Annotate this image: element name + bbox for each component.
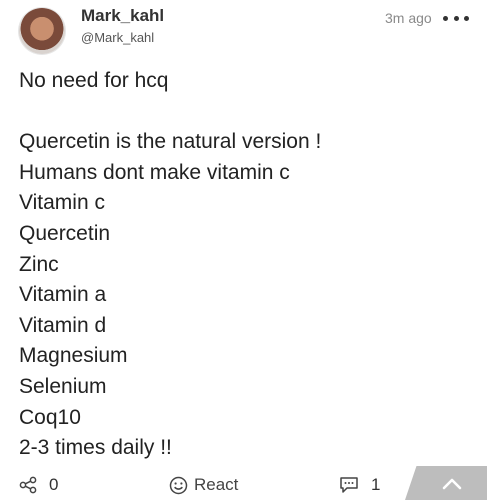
author-handle[interactable]: @Mark_kahl [81, 30, 154, 45]
smiley-icon [169, 476, 188, 494]
post-body-line: No need for hcq [19, 69, 169, 92]
post-body-line: Magnesium [19, 344, 128, 368]
post-body-line: Coq10 [19, 405, 81, 429]
post-body-line: Zinc [19, 252, 59, 276]
comment-button[interactable]: 1 [339, 474, 380, 496]
post-body: No need for hcq Quercetin is the natural… [19, 66, 469, 464]
post-body-line: Humans dont make vitamin c [19, 160, 290, 184]
more-horizontal-icon[interactable] [443, 14, 469, 22]
post-body-line: Vitamin c [19, 191, 105, 215]
react-button[interactable]: React [169, 474, 238, 496]
post-body-line: Vitamin d [19, 313, 107, 337]
post-body-line [19, 97, 469, 128]
post-body-line: 2-3 times daily !! [19, 436, 172, 460]
post-body-line: Vitamin a [19, 283, 107, 307]
share-button[interactable]: 0 [19, 474, 58, 496]
post-body-line: Quercetin [19, 221, 111, 245]
post-body-line: Selenium [19, 374, 107, 398]
scroll-to-top-button[interactable] [405, 466, 487, 500]
author-display-name[interactable]: Mark_kahl [81, 6, 164, 26]
comment-icon [340, 477, 358, 493]
chevron-up-icon [442, 478, 462, 490]
share-count: 0 [49, 475, 59, 494]
action-bar: 0 React 1 [0, 466, 487, 500]
comment-count: 1 [371, 475, 381, 494]
share-icon [19, 476, 37, 494]
post-body-line: Quercetin is the natural version ! [19, 130, 322, 154]
react-label: React [194, 475, 239, 494]
post-timestamp: 3m ago [385, 10, 432, 26]
avatar[interactable] [19, 8, 65, 54]
post-card: Mark_kahl @Mark_kahl 3m ago No need for … [0, 0, 487, 500]
